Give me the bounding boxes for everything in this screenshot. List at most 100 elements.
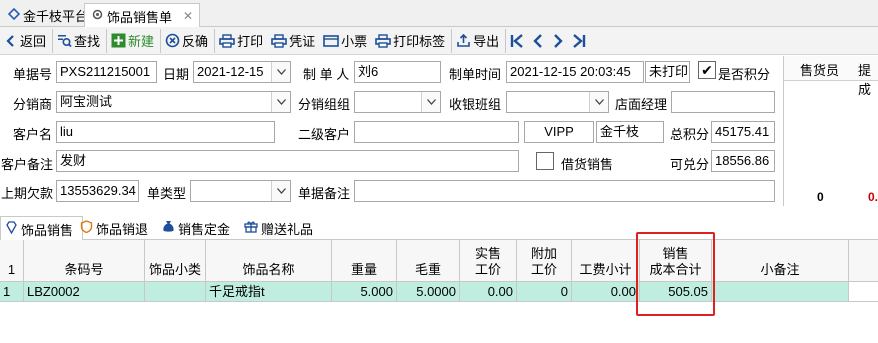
distributor-value: 阿宝测试 [60,94,113,109]
uncheck-button[interactable]: 反确 [161,28,216,53]
grid-header-name[interactable]: 饰品名称 [206,240,332,282]
money-bag-icon [162,220,175,236]
bill-no-label: 单据号 [13,67,53,82]
annotation-highlight-box [636,232,715,316]
table-cell[interactable]: 5.0000 [397,282,460,302]
table-cell[interactable]: 千足戒指t [206,282,332,302]
grid-header-gross-weight[interactable]: 毛重 [397,240,460,282]
search-icon [57,33,72,48]
date-field[interactable]: 2021-12-15 [193,61,291,83]
shield-icon [80,220,93,236]
table-cell-filler [849,282,878,302]
table-cell[interactable]: LBZ0002 [24,282,145,302]
chevron-down-icon[interactable] [271,92,290,112]
ticket-icon [323,34,339,48]
brand-field: 金千枝 [596,121,664,143]
grid-header-weight[interactable]: 重量 [332,240,397,282]
first-record-button[interactable] [506,29,528,53]
tab-sales-deposit[interactable]: 销售定金 [158,216,234,240]
checkmark-icon: ✔ [701,61,713,78]
printer-icon [219,33,235,48]
chevron-down-icon[interactable] [421,92,440,112]
new-button[interactable]: 新建 [107,28,162,53]
chevron-down-icon[interactable] [271,181,290,201]
table-cell[interactable]: 0.00 [572,282,640,302]
printer-icon [375,33,391,48]
diamond-icon [5,221,18,237]
make-time-field[interactable]: 2021-12-15 20:03:45 [506,61,644,83]
table-cell[interactable] [712,282,849,302]
table-cell[interactable] [145,282,206,302]
cancel-circle-icon [165,33,180,48]
maker-label: 制 单 人 [303,67,350,82]
grid-header-labor-subtotal[interactable]: 工费小计 [572,240,640,282]
bill-type-field[interactable] [190,180,291,202]
export-button[interactable]: 导出 [452,28,507,53]
back-button[interactable]: 返回 [0,28,54,53]
last-icon [572,33,586,49]
ticket-button[interactable]: 小票 [319,29,371,53]
bill-no-field[interactable]: PXS211215001 [56,61,157,83]
date-label: 日期 [163,67,190,82]
close-icon[interactable]: ✕ [183,9,193,23]
prev-debt-field: 13553629.34 [56,180,139,202]
tab-jewelry-return[interactable]: 饰品销退 [76,216,152,240]
sub-customer-field[interactable] [354,121,519,143]
chevron-left-icon [532,33,544,49]
date-value: 2021-12-15 [197,64,264,79]
maker-field[interactable]: 刘6 [354,61,441,83]
print-button[interactable]: 打印 [215,29,267,53]
table-cell[interactable]: 0.00 [460,282,517,302]
table-cell[interactable]: 1 [0,282,24,302]
points-checkbox[interactable]: ✔ [698,61,716,79]
total-points-field: 45175.41 [711,121,775,143]
salesperson-header: 售货员 [800,63,840,78]
tab-platform-label: 金千枝平台 [23,8,89,24]
tab-jewelry-sales-label: 饰品销售单 [107,9,173,25]
commission-total: 0. [868,190,878,204]
toolbar: 返回 查找 新建 反确 打印 凭证 小票 打印标签 导出 [0,27,878,55]
print-status-field: 未打印 [645,61,690,83]
table-cell[interactable]: 5.000 [332,282,397,302]
borrow-sale-checkbox[interactable] [536,152,554,170]
salesperson-total: 0 [817,190,824,204]
total-points-label: 总积分 [670,127,710,142]
next-record-button[interactable] [548,29,568,53]
prev-debt-label: 上期欠款 [1,186,54,201]
find-button[interactable]: 查找 [53,28,108,53]
export-icon [456,33,471,48]
previous-record-button[interactable] [528,29,548,53]
redeemable-field: 18556.86 [711,150,775,172]
cashier-group-field[interactable] [506,91,609,113]
grid-header-subcategory[interactable]: 饰品小类 [145,240,206,282]
detail-tab-bar: 饰品销售 饰品销退 销售定金 赠送礼品 [0,216,878,242]
points-label: 是否积分 [718,67,771,82]
grid-header-filler [849,240,878,282]
bill-note-label: 单据备注 [298,186,351,201]
cashier-group-label: 收银班组 [449,97,502,112]
store-manager-field[interactable] [671,91,775,113]
distributor-field[interactable]: 阿宝测试 [56,91,291,113]
chevron-down-icon[interactable] [589,92,608,112]
grid-header-note[interactable]: 小备注 [712,240,849,282]
tab-platform[interactable]: 金千枝平台 [2,3,94,27]
grid-header-extra-labor[interactable]: 附加 工价 [517,240,572,282]
gift-icon [244,220,258,236]
tab-jewelry-sale[interactable]: 饰品销售 [0,216,83,242]
voucher-button[interactable]: 凭证 [267,29,319,53]
chevron-down-icon[interactable] [271,62,290,82]
tab-gifts[interactable]: 赠送礼品 [240,216,317,240]
customer-note-field[interactable]: 发财 [56,150,519,172]
commission-header: 提成 [858,63,872,97]
customer-note-label: 客户备注 [1,157,54,172]
bill-note-field[interactable] [354,180,775,202]
grid-header-actual-labor[interactable]: 实售 工价 [460,240,517,282]
last-record-button[interactable] [568,29,590,53]
customer-field[interactable]: liu [56,121,275,143]
print-label-button[interactable]: 打印标签 [371,28,453,53]
grid-header-barcode[interactable]: 条码号 [24,240,145,282]
table-cell[interactable]: 0 [517,282,572,302]
tab-jewelry-sales[interactable]: 饰品销售单 ✕ [84,3,201,29]
customer-label: 客户名 [13,127,53,142]
dist-group-field[interactable] [354,91,441,113]
